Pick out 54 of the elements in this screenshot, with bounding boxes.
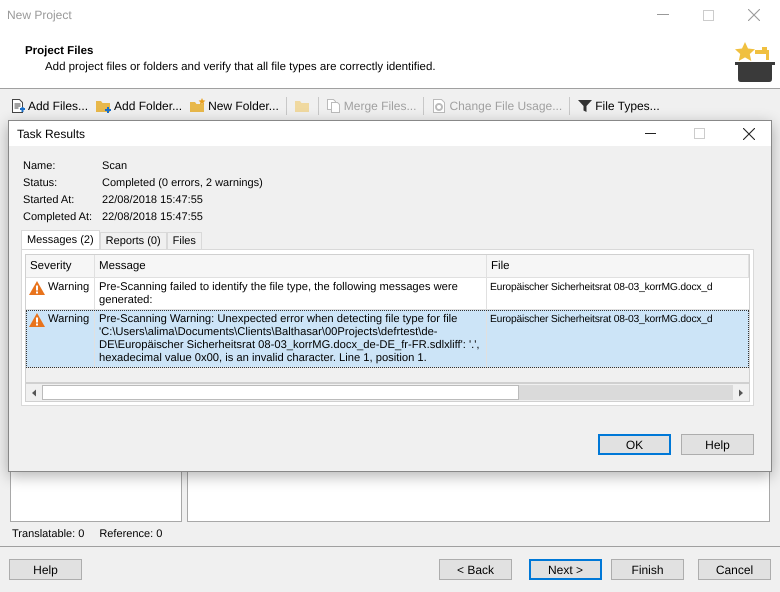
filter-icon	[577, 98, 594, 114]
warning-icon	[29, 313, 45, 327]
toolbar-button[interactable]: Add Files...	[8, 97, 90, 115]
add-folder-icon	[95, 98, 112, 114]
wizard-button[interactable]: Cancel	[698, 559, 771, 580]
document-gear-icon	[431, 98, 448, 114]
wizard-button[interactable]: Help	[9, 559, 82, 580]
message-text: Pre-Scanning Warning: Unexpected error when detecting file type for file 'C:\Users\alima\Documents\Clients\Balthasar\00Projects\defrtest\de-DE\Europäischer Sicherheitsrat 08-03_korrMG.docx_de-DE_fr-FR.sdlxliff': '.', hexadecimal value 0x00, is an invalid character. Line 1, position 1.	[99, 313, 480, 364]
horizontal-scrollbar[interactable]	[25, 383, 750, 402]
column-header[interactable]: Severity	[26, 255, 95, 277]
close-icon[interactable]	[743, 128, 755, 140]
severity-text: Warning	[48, 313, 90, 326]
file-count: Translatable: 0	[12, 528, 84, 540]
field-value: Scan	[102, 160, 128, 172]
severity-text: Warning	[48, 281, 90, 294]
file-name: Europäischer Sicherheitsrat 08-03_korrMG.docx_d	[490, 314, 712, 325]
field-label: Completed At:	[23, 211, 94, 223]
toolbar-button[interactable]: New Folder...	[187, 97, 281, 115]
file-count: Reference: 0	[99, 528, 162, 540]
dialog-button[interactable]: OK	[598, 434, 671, 455]
field-value: Completed (0 errors, 2 warnings)	[102, 177, 263, 189]
documents-icon	[326, 98, 342, 114]
tab[interactable]: Files	[166, 232, 202, 249]
maximize-icon[interactable]	[703, 10, 714, 20]
page-title: Project Files	[25, 45, 94, 57]
wizard-button[interactable]: < Back	[439, 559, 512, 580]
field-label: Name:	[23, 160, 56, 172]
maximize-icon[interactable]	[694, 128, 705, 139]
dialog-button[interactable]: Help	[681, 434, 754, 455]
field-value: 22/08/2018 15:47:55	[102, 194, 204, 206]
message-row[interactable]: Warning Pre-Scanning failed to identify the file type, the following messages were generated: Europäischer Sicherheitsrat 08-03_korrMG.docx_d	[26, 278, 749, 310]
toolbar-button[interactable]: File Types...	[575, 97, 662, 115]
column-header[interactable]: Message	[95, 255, 487, 277]
file-name: Europäischer Sicherheitsrat 08-03_korrMG.docx_d	[490, 282, 712, 293]
new-folder-icon	[189, 98, 206, 114]
field-value: 22/08/2018 15:47:55	[102, 211, 204, 223]
warning-icon	[29, 281, 45, 295]
column-header[interactable]: File	[487, 255, 749, 277]
message-row[interactable]	[26, 310, 749, 368]
minimize-icon[interactable]	[645, 132, 656, 134]
field-label: Status:	[23, 177, 58, 189]
toolbar-button[interactable]: Add Folder...	[93, 97, 184, 115]
wizard-button[interactable]: Next >	[529, 559, 602, 580]
message-text: Pre-Scanning failed to identify the file type, the following messages were generated:	[99, 281, 458, 306]
tab[interactable]: Reports (0)	[100, 232, 167, 249]
window-title: New Project	[7, 8, 72, 22]
field-label: Started At:	[23, 194, 76, 206]
wizard-button[interactable]: Finish	[611, 559, 684, 580]
star-tray-icon	[733, 40, 777, 84]
tab[interactable]: Messages (2)	[21, 230, 100, 249]
folder-icon	[294, 98, 311, 114]
page-description: Add project files or folders and verify that all file types are correctly identified.	[44, 61, 436, 73]
add-file-icon	[10, 98, 26, 114]
dialog-title: Task Results	[17, 126, 86, 140]
